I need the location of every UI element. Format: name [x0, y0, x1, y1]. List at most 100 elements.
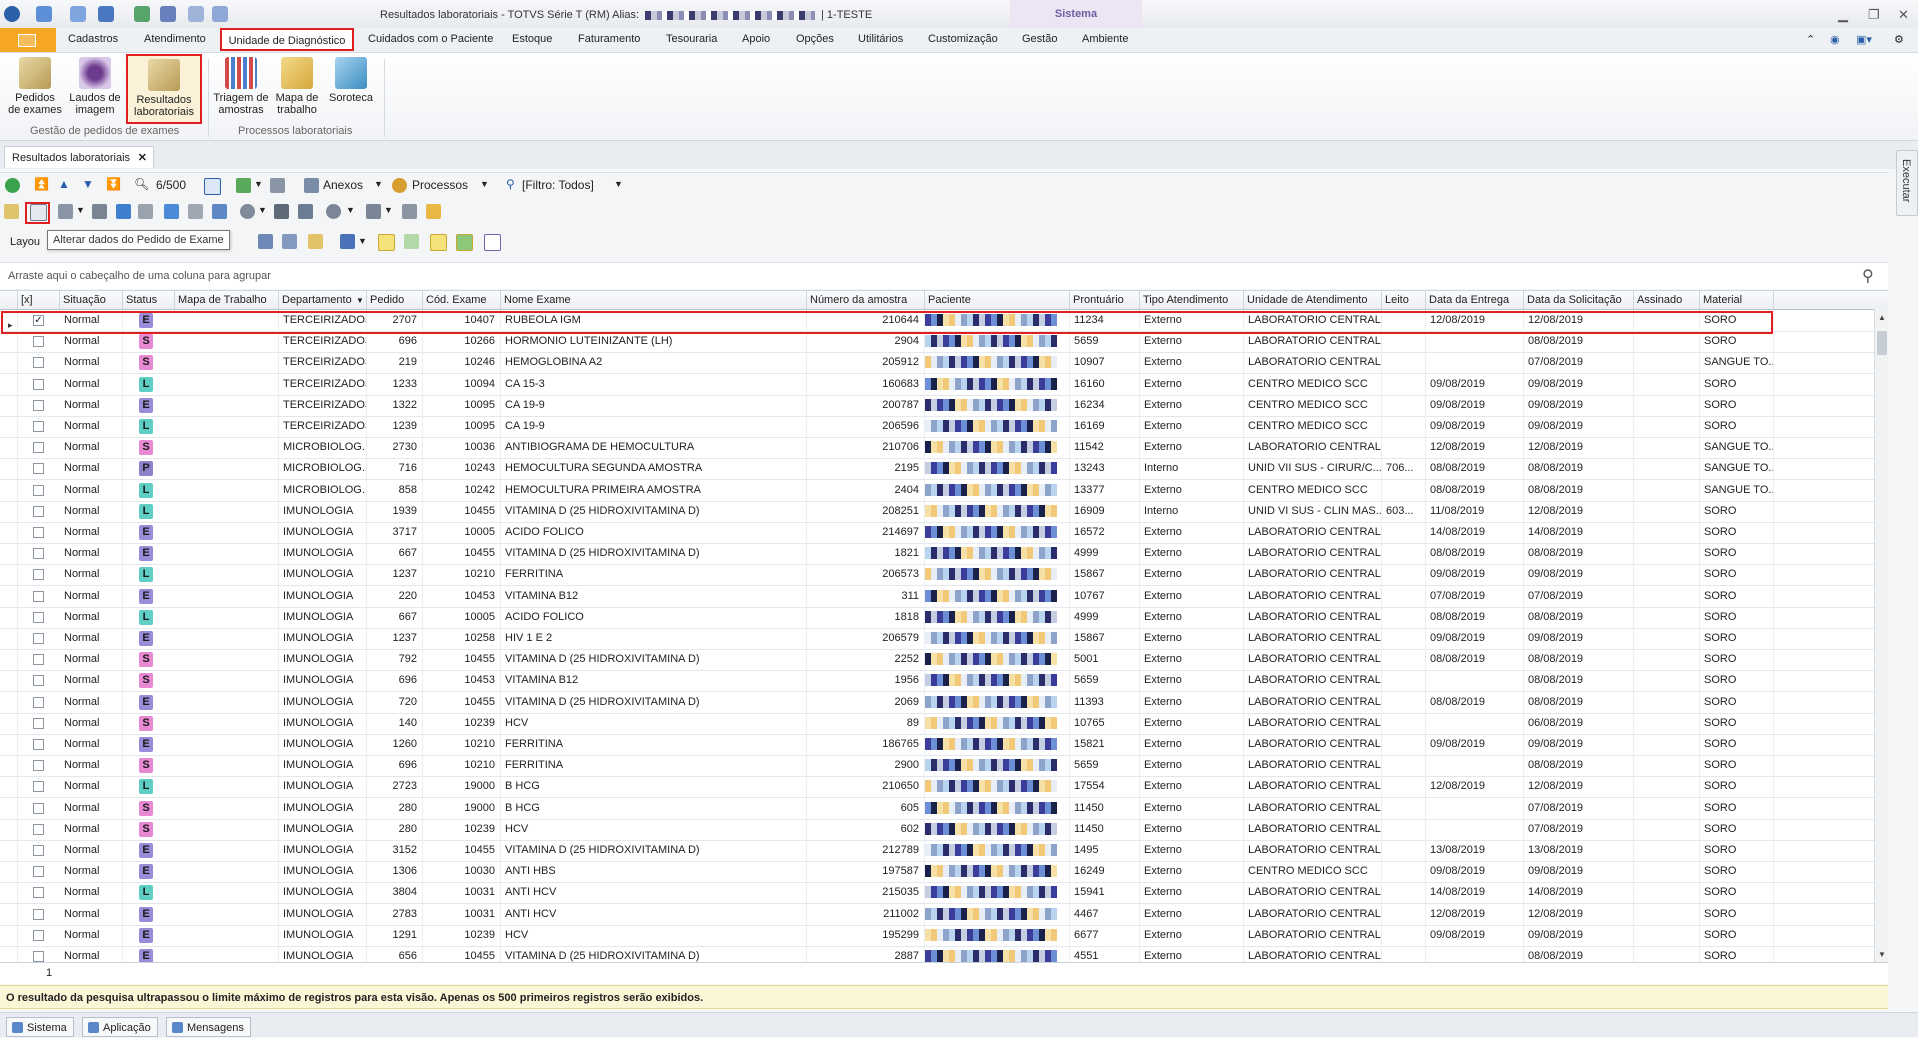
row-checkbox[interactable] [33, 781, 44, 793]
tab-unidade-de-diagnostico[interactable]: Unidade de Diagnóstico [220, 28, 354, 51]
tab-opcoes[interactable]: Opções [796, 33, 834, 45]
print-icon[interactable] [270, 178, 285, 193]
scroll-up-icon[interactable]: ▲ [1878, 313, 1886, 322]
bar-chart-dropdown-icon[interactable]: ▼ [358, 236, 367, 246]
filter-dropdown-icon[interactable]: ▼ [614, 179, 623, 189]
header-pedido-col[interactable]: Pedido [367, 291, 423, 309]
row-checkbox[interactable] [33, 336, 44, 348]
header-nome-exame-col[interactable]: Nome Exame [501, 291, 807, 309]
tab-estoque[interactable]: Estoque [512, 33, 552, 45]
table-row[interactable]: Normal L IMUNOLOGIA 1237 10210 FERRITINA 20657… [0, 564, 1888, 587]
quick-access-icon[interactable] [134, 6, 150, 22]
row-checkbox[interactable] [33, 505, 44, 517]
report-yellow-icon[interactable] [426, 204, 441, 219]
row-checkbox[interactable] [33, 717, 44, 729]
calendar-icon[interactable] [204, 178, 221, 195]
table-row[interactable]: Normal P MICROBIOLOG... 716 10243 HEMOCULTURA… [0, 458, 1888, 481]
layout-icon[interactable] [258, 234, 273, 249]
doc-tab-resultados[interactable]: Resultados laboratoriais ✕ [4, 146, 154, 168]
header-solicitacao-col[interactable]: Data da Solicitação [1524, 291, 1634, 309]
minimize-icon[interactable]: ▁ [1838, 7, 1848, 23]
triagem-de-amostras-button[interactable]: Triagem de amostras [212, 57, 270, 116]
row-checkbox[interactable] [33, 887, 44, 899]
refresh-icon[interactable] [5, 178, 20, 193]
header-cod-exame-col[interactable]: Cód. Exame [423, 291, 501, 309]
table-row[interactable]: Normal S IMUNOLOGIA 792 10455 VITAMINA D (25 … [0, 649, 1888, 672]
anexos-dropdown-icon[interactable]: ▼ [374, 179, 383, 189]
row-checkbox[interactable] [33, 802, 44, 814]
header-amostra-col[interactable]: Número da amostra [807, 291, 925, 309]
header-mapa-col[interactable]: Mapa de Trabalho [175, 291, 279, 309]
layout-icon[interactable] [282, 234, 297, 249]
grid-check-icon[interactable] [164, 204, 179, 219]
find-icon[interactable]: 🔍︎ [134, 177, 149, 191]
previous-record-icon[interactable]: ▲ [58, 177, 70, 191]
table-row[interactable]: Normal L TERCEIRIZADOS 1233 10094 CA 15-3 1606… [0, 373, 1888, 396]
link-icon[interactable] [212, 204, 227, 219]
table-row[interactable]: Normal E IMUNOLOGIA 3717 10005 ACIDO FOLICO 21… [0, 522, 1888, 544]
row-checkbox[interactable] [33, 442, 44, 454]
table-row[interactable]: Normal L IMUNOLOGIA 1939 10455 VITAMINA D (25… [0, 500, 1888, 523]
mapa-de-trabalho-button[interactable]: Mapa de trabalho [272, 57, 322, 116]
transfer-icon[interactable] [138, 204, 153, 219]
quick-access-icon[interactable] [36, 6, 52, 22]
header-entrega-col[interactable]: Data da Entrega [1426, 291, 1524, 309]
tab-faturamento[interactable]: Faturamento [578, 33, 640, 45]
table-row[interactable]: Normal E IMUNOLOGIA 2783 10031 ANTI HCV 211002… [0, 903, 1888, 926]
filter-button[interactable]: [Filtro: Todos] [522, 178, 594, 192]
row-checkbox[interactable] [33, 929, 44, 941]
header-checkbox-col[interactable]: [x] [18, 291, 60, 309]
quick-access-icon[interactable] [188, 6, 204, 22]
row-checkbox[interactable]: ✓ [33, 315, 44, 326]
table-row[interactable]: Normal E IMUNOLOGIA 656 10455 VITAMINA D (25 … [0, 946, 1888, 963]
header-unidade-col[interactable]: Unidade de Atendimento [1244, 291, 1382, 309]
folder-icon[interactable] [274, 204, 289, 219]
anexos-button[interactable]: Anexos [323, 178, 363, 192]
row-checkbox[interactable] [33, 527, 44, 538]
quick-access-icon[interactable] [160, 6, 176, 22]
executar-side-panel[interactable]: Executar [1896, 150, 1918, 216]
row-checkbox[interactable] [33, 760, 44, 772]
tab-utilitarios[interactable]: Utilitários [858, 33, 903, 45]
layout-menu-icon[interactable]: ▣▾ [1856, 33, 1872, 46]
view-icon[interactable] [456, 234, 473, 251]
processos-dropdown-icon[interactable]: ▼ [480, 179, 489, 189]
first-record-icon[interactable]: ⏫ [34, 177, 49, 191]
settings-icon[interactable]: ⚙ [1894, 33, 1904, 46]
row-checkbox[interactable] [33, 654, 44, 666]
header-row-indicator-col[interactable] [0, 291, 18, 309]
check-icon[interactable] [116, 204, 131, 219]
header-situacao-col[interactable]: Situação [60, 291, 123, 309]
table-row[interactable]: Normal E IMUNOLOGIA 1260 10210 FERRITINA 18676… [0, 734, 1888, 756]
table-row[interactable]: Normal S TERCEIRIZADOS 696 10266 HORMONIO LUT… [0, 331, 1888, 354]
table-row[interactable]: Normal E IMUNOLOGIA 3152 10455 VITAMINA D (25… [0, 840, 1888, 862]
view-icon[interactable] [378, 234, 395, 251]
tab-atendimento[interactable]: Atendimento [144, 33, 206, 45]
table-row[interactable]: Normal S TERCEIRIZADOS 219 10246 HEMOGLOBINA … [0, 352, 1888, 375]
header-prontuario-col[interactable]: Prontuário [1070, 291, 1140, 309]
row-checkbox[interactable] [33, 823, 44, 835]
table-row[interactable]: Normal S MICROBIOLOG... 2730 10036 ANTIBIOGRA… [0, 437, 1888, 460]
table-row[interactable]: Normal L MICROBIOLOG... 858 10242 HEMOCULTURA… [0, 479, 1888, 502]
ribbon-collapse-icon[interactable]: ⌃ [1806, 33, 1815, 46]
scroll-thumb[interactable] [1877, 331, 1887, 355]
resultados-laboratoriais-button[interactable]: Resultados laboratoriais [126, 54, 202, 124]
hierarchy-icon[interactable] [298, 204, 313, 219]
bottom-tab-aplicacao[interactable]: Aplicação [82, 1017, 158, 1037]
print-icon[interactable] [58, 204, 73, 219]
quick-access-icon[interactable] [98, 6, 114, 22]
row-checkbox[interactable] [33, 484, 44, 496]
row-checkbox[interactable] [33, 357, 44, 369]
table-row[interactable]: Normal L IMUNOLOGIA 3804 10031 ANTI HCV 215035… [0, 882, 1888, 905]
table-row[interactable]: Normal S IMUNOLOGIA 696 10210 FERRITINA 2900 56… [0, 755, 1888, 778]
layout-icon[interactable] [308, 234, 323, 249]
table-row[interactable]: Normal E TERCEIRIZADOS 1322 10095 CA 19-9 2007… [0, 394, 1888, 417]
tool-icon[interactable] [92, 204, 107, 219]
quick-access-icon[interactable] [70, 6, 86, 22]
table-row[interactable]: Normal E IMUNOLOGIA 1291 10239 HCV 195299 6677 E… [0, 924, 1888, 947]
quick-access-icon[interactable] [212, 6, 228, 22]
pdf-icon[interactable] [484, 234, 501, 251]
table-row[interactable]: Normal S IMUNOLOGIA 696 10453 VITAMINA B12 195… [0, 670, 1888, 693]
table-row[interactable]: Normal E IMUNOLOGIA 220 10453 VITAMINA B12 311… [0, 585, 1888, 608]
row-checkbox[interactable] [33, 633, 44, 644]
